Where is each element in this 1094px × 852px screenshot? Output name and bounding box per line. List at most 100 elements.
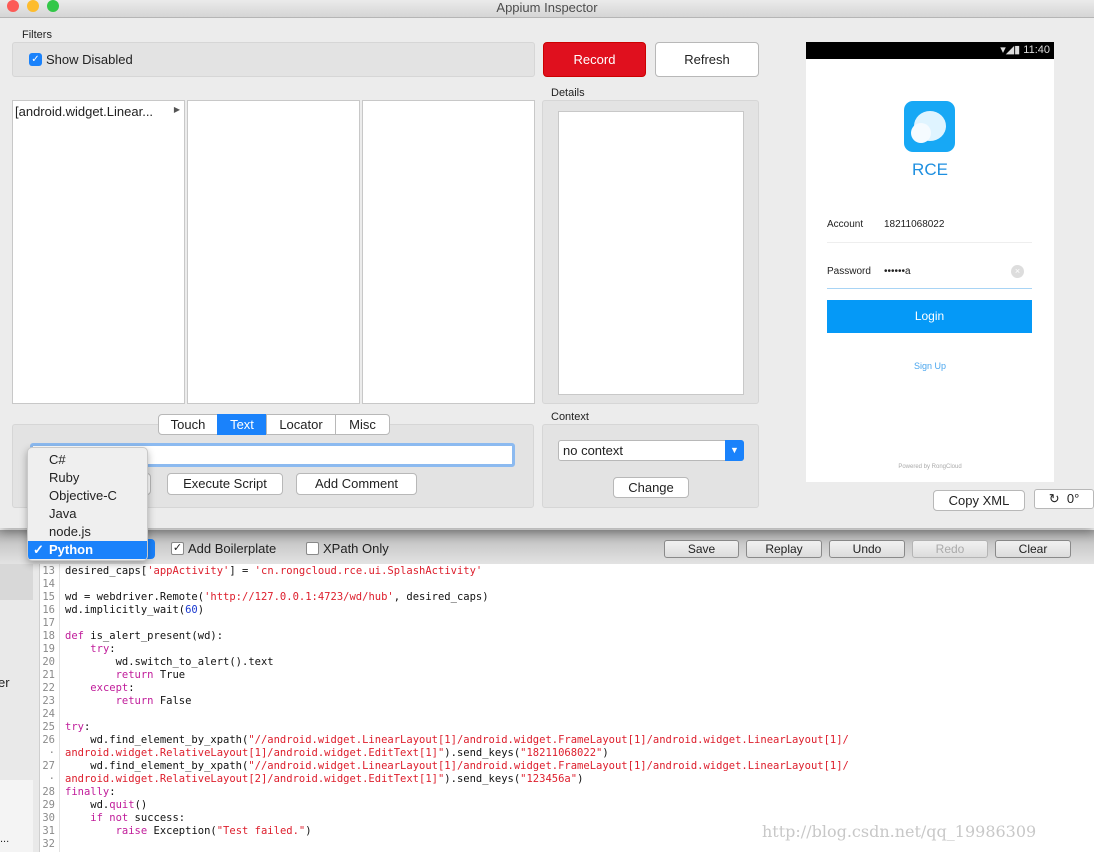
account-field[interactable]: 18211068022 bbox=[884, 219, 944, 230]
status-time: 11:40 bbox=[1023, 44, 1050, 56]
add-comment-button[interactable]: Add Comment bbox=[296, 473, 417, 495]
execute-script-button[interactable]: Execute Script bbox=[167, 473, 283, 495]
filters-panel: ✓ Show Disabled bbox=[12, 42, 535, 77]
code-token: "Test failed." bbox=[216, 825, 306, 837]
line-number: · bbox=[48, 773, 55, 785]
line-number: 26 bbox=[42, 734, 55, 746]
code-token: : bbox=[109, 786, 116, 798]
password-field[interactable]: ••••••a bbox=[884, 266, 911, 277]
code-line: wd.quit() bbox=[65, 799, 147, 811]
record-button[interactable]: Record bbox=[543, 42, 646, 77]
context-select[interactable]: no context ▼ bbox=[558, 440, 744, 461]
code-line: try: bbox=[65, 721, 90, 733]
rotate-button[interactable]: ↻ 0° bbox=[1034, 489, 1094, 509]
line-number: 27 bbox=[42, 760, 55, 772]
powered-by: Powered by RongCloud bbox=[898, 464, 962, 470]
line-number: 16 bbox=[42, 604, 55, 616]
close-window-button[interactable] bbox=[7, 0, 19, 12]
menu-item-label: node.js bbox=[49, 524, 91, 539]
code-token: True bbox=[153, 669, 186, 681]
undo-button[interactable]: Undo bbox=[829, 540, 905, 558]
login-button[interactable]: Login bbox=[827, 300, 1032, 333]
copy-xml-button[interactable]: Copy XML bbox=[933, 490, 1025, 511]
menu-item-python[interactable]: ✓ Python bbox=[28, 541, 147, 559]
tab-locator[interactable]: Locator bbox=[266, 414, 336, 435]
code-token: Exception( bbox=[147, 825, 217, 837]
line-number: 22 bbox=[42, 682, 55, 694]
code-token: is_alert_present(wd): bbox=[83, 630, 224, 642]
add-boilerplate-label: Add Boilerplate bbox=[188, 541, 277, 556]
code-line: return False bbox=[65, 695, 192, 707]
refresh-button[interactable]: Refresh bbox=[655, 42, 759, 77]
line-number: 23 bbox=[42, 695, 55, 707]
filters-label: Filters bbox=[22, 29, 52, 41]
code-token: wd = webdriver.Remote( bbox=[65, 591, 205, 603]
element-tree-column-3[interactable] bbox=[362, 100, 535, 404]
code-token: raise bbox=[115, 825, 148, 837]
code-line: try: bbox=[65, 643, 115, 655]
sign-up-link[interactable]: Sign Up bbox=[806, 361, 1054, 371]
code-token: desired_caps[ bbox=[65, 565, 148, 577]
rotate-icon: ↻ bbox=[1048, 491, 1060, 506]
menu-item-objective-c[interactable]: Objective-C bbox=[28, 487, 147, 505]
code-line: android.widget.RelativeLayout[1]/android… bbox=[65, 747, 609, 759]
line-number: 13 bbox=[42, 565, 55, 577]
menu-item-label: Java bbox=[49, 506, 77, 521]
app-logo bbox=[904, 101, 955, 152]
menu-item-label: Objective-C bbox=[49, 488, 117, 503]
code-line: finally: bbox=[65, 786, 116, 798]
xpath-only-checkbox[interactable] bbox=[306, 542, 319, 555]
code-token: except bbox=[90, 682, 129, 694]
code-token: wd. bbox=[65, 799, 110, 811]
tab-misc[interactable]: Misc bbox=[335, 414, 390, 435]
minimize-window-button[interactable] bbox=[27, 0, 39, 12]
code-token: quit bbox=[109, 799, 135, 811]
menu-item-node-js[interactable]: node.js bbox=[28, 523, 147, 541]
device-screenshot[interactable]: ▾◢▮ 11:40 RCE Account 18211068022 Passwo… bbox=[806, 42, 1054, 482]
menu-item-label: C# bbox=[49, 452, 66, 467]
background-window-text: er bbox=[0, 675, 10, 690]
code-token: android.widget.RelativeLayout[1]/android… bbox=[65, 747, 445, 759]
menu-item-label: Ruby bbox=[49, 470, 80, 485]
element-tree-column-2[interactable] bbox=[187, 100, 360, 404]
replay-button[interactable]: Replay bbox=[746, 540, 822, 558]
code-token: ) bbox=[197, 604, 205, 616]
code-line: def is_alert_present(wd): bbox=[65, 630, 223, 642]
tree-item[interactable]: [android.widget.Linear... ▶ bbox=[13, 101, 184, 122]
show-disabled-checkbox[interactable]: ✓ bbox=[29, 53, 42, 66]
code-line: wd = webdriver.Remote('http://127.0.0.1:… bbox=[65, 591, 489, 603]
line-number: 30 bbox=[42, 812, 55, 824]
line-number: 28 bbox=[42, 786, 55, 798]
code-token: finally bbox=[65, 786, 110, 798]
code-token: android.widget.RelativeLayout[2]/android… bbox=[65, 773, 445, 785]
zoom-window-button[interactable] bbox=[47, 0, 59, 12]
menu-item-c-[interactable]: C# bbox=[28, 451, 147, 469]
context-select-value: no context bbox=[563, 443, 623, 458]
code-line: desired_caps['appActivity'] = 'cn.rongcl… bbox=[65, 565, 482, 577]
clear-button[interactable]: Clear bbox=[995, 540, 1071, 558]
redo-button[interactable]: Redo bbox=[912, 540, 988, 558]
code-token: () bbox=[134, 799, 148, 811]
password-label: Password bbox=[827, 266, 871, 277]
code-line: wd.find_element_by_xpath("//android.widg… bbox=[65, 734, 849, 746]
code-token: "//android.widget.LinearLayout[1]/androi… bbox=[248, 734, 849, 746]
change-button[interactable]: Change bbox=[613, 477, 689, 498]
tab-touch[interactable]: Touch bbox=[158, 414, 218, 435]
title-bar: Appium Inspector bbox=[0, 0, 1094, 18]
add-boilerplate-checkbox[interactable]: ✓ bbox=[171, 542, 184, 555]
code-line: return True bbox=[65, 669, 186, 681]
menu-item-java[interactable]: Java bbox=[28, 505, 147, 523]
code-line: android.widget.RelativeLayout[2]/android… bbox=[65, 773, 583, 785]
code-token: "123456a" bbox=[520, 773, 578, 785]
code-token: wd.switch_to_alert().text bbox=[65, 656, 274, 668]
menu-item-ruby[interactable]: Ruby bbox=[28, 469, 147, 487]
details-textarea[interactable] bbox=[558, 111, 744, 395]
code-token: wd.find_element_by_xpath( bbox=[65, 760, 249, 772]
clear-password-icon[interactable]: × bbox=[1011, 265, 1024, 278]
element-tree-column-1[interactable]: [android.widget.Linear... ▶ bbox=[12, 100, 185, 404]
tab-text[interactable]: Text bbox=[217, 414, 267, 435]
save-button[interactable]: Save bbox=[664, 540, 739, 558]
details-label: Details bbox=[551, 87, 585, 99]
